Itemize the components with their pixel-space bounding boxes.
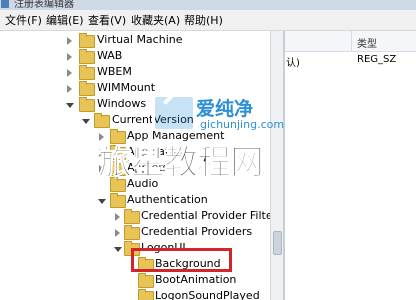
tree-item-label: Credential Provider Filters [141, 209, 278, 222]
folder-icon [110, 193, 126, 208]
highlight-box [131, 248, 232, 272]
expand-arrow-icon[interactable] [99, 149, 104, 157]
column-header: 类型 [285, 31, 416, 52]
menu-edit[interactable]: 编辑(E) [46, 12, 84, 28]
tree-item-label: CurrentVersion [112, 113, 194, 126]
folder-icon [138, 289, 154, 300]
tree-item-label: WBEM [97, 65, 132, 78]
regedit-icon [1, 0, 9, 8]
tree-item-label: LogonSoundPlayed [155, 289, 260, 300]
tree-scrollbar[interactable] [270, 31, 283, 300]
tree-item-label: App Management [127, 129, 225, 142]
folder-icon [124, 209, 140, 224]
expand-arrow-icon[interactable] [67, 53, 72, 61]
folder-icon [79, 97, 95, 112]
expand-arrow-icon[interactable] [99, 133, 104, 141]
tree-item-label: App Paths [127, 145, 182, 158]
menu-bar: 文件(F) 编辑(E) 查看(V) 收藏夹(A) 帮助(H) [0, 10, 416, 31]
folder-icon [124, 225, 140, 240]
tree-item-label: Authentication [127, 193, 208, 206]
expand-arrow-icon[interactable] [67, 69, 72, 77]
menu-favorites[interactable]: 收藏夹(A) [131, 12, 180, 28]
column-header-type[interactable]: 类型 [357, 35, 377, 50]
folder-icon [110, 129, 126, 144]
collapse-arrow-icon[interactable] [98, 199, 106, 204]
scrollbar-thumb[interactable] [273, 231, 282, 255]
tree-item-label: Windows [97, 97, 147, 110]
tree-item-label: Applets [127, 161, 169, 174]
menu-help[interactable]: 帮助(H) [184, 12, 223, 28]
tree-item-label: Audio [127, 177, 159, 190]
folder-icon [79, 81, 95, 96]
tree-item-label: Virtual Machine [97, 33, 183, 46]
expand-arrow-icon[interactable] [115, 229, 120, 237]
expand-arrow-icon[interactable] [67, 37, 72, 45]
folder-icon [110, 145, 126, 160]
collapse-arrow-icon[interactable] [66, 103, 74, 108]
collapse-arrow-icon[interactable] [82, 119, 90, 124]
folder-icon [79, 65, 95, 80]
value-name: 认) [286, 58, 300, 69]
window-title: 注册表编辑器 [14, 0, 74, 10]
values-pane: 类型 认) REG_SZ [285, 31, 416, 300]
menu-file[interactable]: 文件(F) [5, 12, 42, 28]
folder-icon [138, 273, 154, 288]
value-type: REG_SZ [357, 54, 397, 65]
menu-view[interactable]: 查看(V) [88, 12, 126, 28]
folder-icon [79, 33, 95, 48]
expand-arrow-icon[interactable] [99, 165, 104, 173]
tree-item-label: WAB [97, 49, 123, 62]
tree-item-label: BootAnimation [155, 273, 237, 286]
expand-arrow-icon[interactable] [67, 85, 72, 93]
title-bar: 注册表编辑器 [0, 0, 416, 10]
column-separator[interactable] [351, 31, 352, 51]
folder-icon [110, 161, 126, 176]
collapse-arrow-icon[interactable] [114, 247, 122, 252]
tree-item-label: Credential Providers [141, 225, 253, 238]
folder-icon [94, 113, 110, 128]
folder-icon [79, 49, 95, 64]
folder-icon [110, 177, 126, 192]
tree-item-label: WIMMount [97, 81, 156, 94]
expand-arrow-icon[interactable] [115, 213, 120, 221]
